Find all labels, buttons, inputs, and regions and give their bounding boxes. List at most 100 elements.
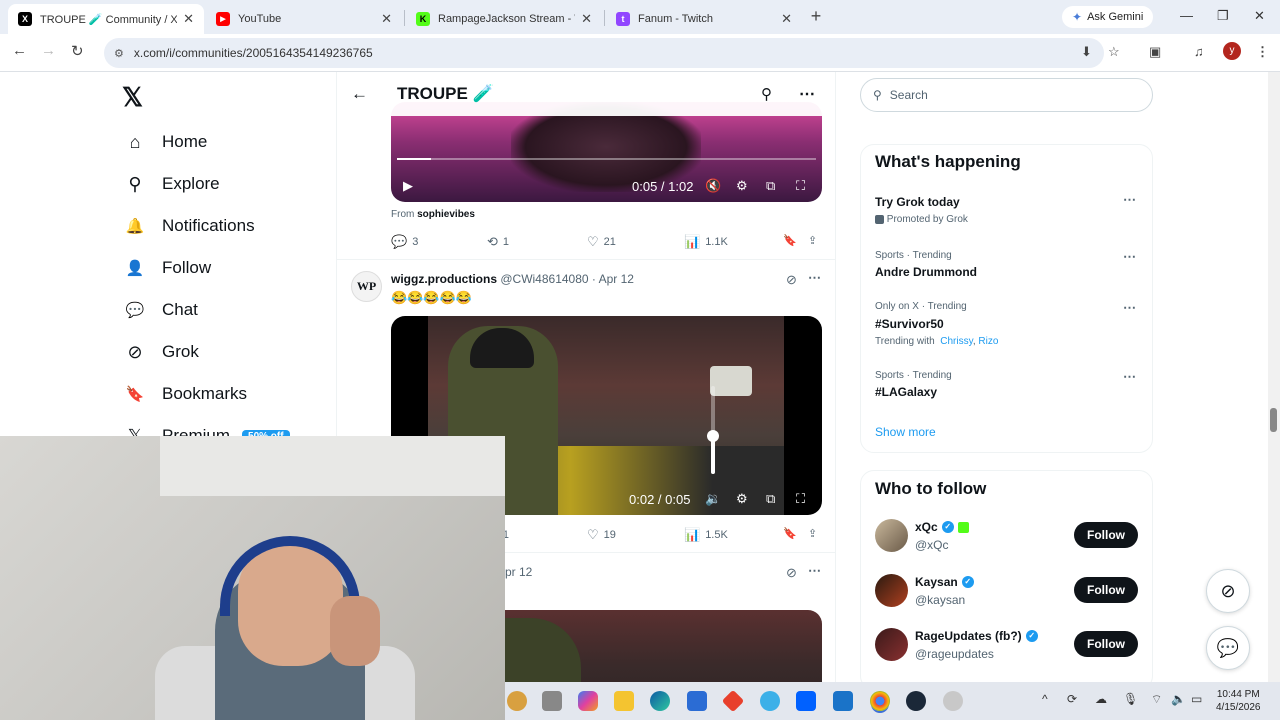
x-logo-icon[interactable]: 𝕏 (122, 82, 143, 113)
like-button[interactable]: ♡ 19 (587, 527, 616, 543)
browser-menu-icon[interactable]: ⋮ (1256, 44, 1269, 60)
fullscreen-icon[interactable]: ⛶ (796, 491, 805, 507)
trend-name[interactable]: Try Grok today (875, 195, 960, 209)
more-options-icon[interactable]: ⋯ (808, 270, 821, 286)
grok-float-button[interactable]: ⊘ (1206, 569, 1250, 613)
avatar[interactable] (875, 519, 908, 552)
like-button[interactable]: ♡ 21 (587, 234, 616, 250)
widget-icon[interactable] (507, 691, 527, 711)
app-icon[interactable] (721, 689, 745, 713)
volume-icon[interactable]: 🔉 (705, 491, 721, 507)
minimize-icon[interactable]: — (1180, 8, 1193, 23)
close-tab-icon[interactable]: ✕ (781, 11, 792, 27)
tray-chevron-icon[interactable]: ^ (1042, 692, 1048, 706)
messages-float-button[interactable]: 💬 (1206, 626, 1250, 670)
volume-slider[interactable] (707, 386, 719, 474)
reply-button[interactable]: 💬 3 (391, 234, 418, 250)
sidebar-item-grok[interactable]: ⊘ Grok (124, 337, 198, 367)
account-name[interactable]: Kaysan ✓ (915, 575, 974, 589)
side-panel-icon[interactable]: ▣ (1149, 44, 1161, 60)
store-icon[interactable] (687, 691, 707, 711)
steam-icon[interactable] (906, 691, 926, 711)
address-bar[interactable]: ⚙ x.com/i/communities/200516435414923676… (104, 38, 1104, 68)
account-name[interactable]: xQc ✓ (915, 520, 969, 534)
settings-gear-icon[interactable]: ⚙ (736, 491, 748, 507)
back-arrow-icon[interactable]: ← (12, 42, 27, 59)
maximize-icon[interactable]: ❐ (1217, 8, 1229, 24)
mute-icon[interactable]: 🔇 (705, 178, 721, 194)
wifi-icon[interactable]: ⌔ (1151, 692, 1162, 707)
author-handle[interactable]: @CWi48614080 (500, 272, 588, 286)
microphone-icon[interactable]: 🎙 (1123, 692, 1138, 706)
settings-gear-icon[interactable]: ⚙ (736, 178, 748, 194)
battery-icon[interactable]: ▭ (1191, 692, 1202, 706)
avatar[interactable] (875, 628, 908, 661)
forward-arrow-icon[interactable]: → (41, 42, 56, 59)
tab-fanum-twitch[interactable]: t Fanum - Twitch ✕ (606, 4, 802, 34)
views-button[interactable]: 📊 1.1K (684, 234, 728, 250)
close-tab-icon[interactable]: ✕ (381, 11, 392, 27)
avatar[interactable]: WP (351, 271, 382, 302)
play-icon[interactable]: ▶ (403, 178, 413, 194)
ask-gemini-button[interactable]: ✦ Ask Gemini (1062, 6, 1154, 28)
outlook-icon[interactable] (833, 691, 853, 711)
search-icon[interactable]: ⚲ (761, 85, 772, 103)
show-more-link[interactable]: Show more (875, 425, 936, 439)
more-options-icon[interactable]: ⋯ (1123, 249, 1136, 265)
trend-name[interactable]: #LAGalaxy (875, 385, 937, 399)
repost-button[interactable]: ⟲1 (487, 234, 509, 250)
author-name[interactable]: wiggz.productions (391, 272, 497, 286)
close-tab-icon[interactable]: ✕ (581, 11, 592, 27)
bookmark-star-icon[interactable]: ☆ (1108, 44, 1120, 60)
views-button[interactable]: 📊 1.5K (684, 527, 728, 543)
post-date[interactable]: pr 12 (505, 565, 532, 579)
more-options-icon[interactable]: ⋯ (799, 84, 815, 104)
avatar[interactable] (875, 574, 908, 607)
follow-button[interactable]: Follow (1074, 522, 1138, 548)
onedrive-icon[interactable]: ☁ (1095, 692, 1107, 706)
sidebar-item-bookmarks[interactable]: 🔖 Bookmarks (124, 379, 247, 409)
chatgpt-icon[interactable] (760, 691, 780, 711)
taskbar-clock[interactable]: 10:44 PM 4/15/2026 (1216, 688, 1261, 714)
tray-app-icon[interactable]: ⟳ (1067, 692, 1077, 706)
page-scrollbar[interactable] (1268, 72, 1280, 682)
tab-troupe-community[interactable]: X TROUPE 🧪 Community / X ✕ (8, 4, 204, 34)
scrollbar-thumb[interactable] (1270, 408, 1277, 432)
more-options-icon[interactable]: ⋯ (1123, 369, 1136, 385)
sidebar-item-follow[interactable]: 👤 Follow (124, 253, 211, 283)
edge-icon[interactable] (650, 691, 670, 711)
tab-rampagejackson[interactable]: K RampageJackson Stream - Wat ✕ (406, 4, 602, 34)
share-icon[interactable]: ⇪ (808, 234, 817, 247)
install-app-icon[interactable]: ⬇ (1081, 44, 1092, 60)
grok-explain-icon[interactable]: ⊘ (786, 272, 797, 288)
trend-name[interactable]: Andre Drummond (875, 265, 977, 279)
copilot-icon[interactable] (578, 691, 598, 711)
trend-name[interactable]: #Survivor50 (875, 317, 944, 331)
share-icon[interactable]: ⇪ (808, 527, 817, 540)
follow-button[interactable]: Follow (1074, 577, 1138, 603)
account-name[interactable]: RageUpdates (fb?) ✓ (915, 629, 1038, 643)
more-options-icon[interactable]: ⋯ (1123, 192, 1136, 208)
reload-icon[interactable]: ↻ (71, 42, 84, 60)
sidebar-item-chat[interactable]: 💬 Chat (124, 295, 198, 325)
follow-button[interactable]: Follow (1074, 631, 1138, 657)
bookmark-icon[interactable]: 🔖 (783, 234, 797, 247)
search-input[interactable]: ⚲ Search (860, 78, 1153, 112)
file-explorer-icon[interactable] (614, 691, 634, 711)
site-info-icon[interactable]: ⚙ (114, 47, 124, 60)
close-window-icon[interactable]: ✕ (1254, 8, 1265, 24)
new-tab-button[interactable]: + (806, 6, 826, 26)
app-icon[interactable] (943, 691, 963, 711)
back-arrow-icon[interactable]: ← (351, 84, 368, 104)
bookmark-icon[interactable]: 🔖 (783, 527, 797, 540)
sidebar-item-notifications[interactable]: 🔔 Notifications (124, 211, 255, 241)
trend-link[interactable]: Rizo (978, 336, 998, 347)
sidebar-item-home[interactable]: ⌂ Home (124, 127, 208, 157)
picture-in-picture-icon[interactable]: ⧉ (766, 178, 775, 194)
dropbox-icon[interactable] (796, 691, 816, 711)
from-user-link[interactable]: sophievibes (417, 209, 475, 220)
more-options-icon[interactable]: ⋯ (1123, 300, 1136, 316)
post-video[interactable]: ▶ 0:05 / 1:02 🔇 ⚙ ⧉ ⛶ (391, 102, 822, 202)
sidebar-item-explore[interactable]: ⚲ Explore (124, 169, 219, 199)
picture-in-picture-icon[interactable]: ⧉ (766, 491, 775, 507)
